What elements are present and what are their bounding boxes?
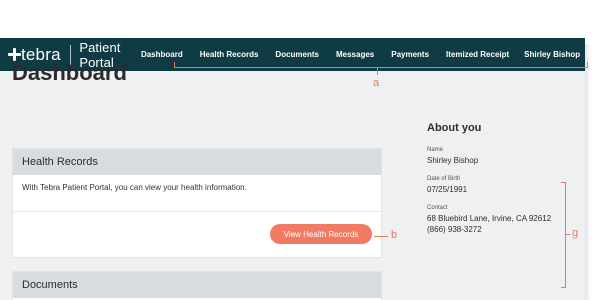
annotation-a-stem [377,68,378,75]
window-shadow [585,44,591,300]
user-name: Shirley Bishop [524,50,581,59]
address-value: 68 Bluebird Lane, Irvine, CA 92612 [427,214,552,223]
documents-card-header: Documents [13,272,381,298]
annotation-b-label: b [391,229,398,241]
documents-card: Documents [12,271,382,300]
annotation-a-bracket-right [587,62,588,68]
nav-item-health-records[interactable]: Health Records [200,50,259,59]
about-you-panel: About you Name Shirley Bishop Date of Bi… [427,122,577,245]
annotation-g-bracket [565,182,566,288]
annotation-b-line [374,236,388,237]
annotation-g-label: g [572,227,579,239]
health-records-description: With Tebra Patient Portal, you can view … [13,175,381,212]
nav-item-payments[interactable]: Payments [391,50,429,59]
annotation-a-bracket [174,67,588,68]
name-value: Shirley Bishop [427,156,479,165]
contact-label: Contact [427,205,448,211]
name-label: Name [427,147,444,153]
about-you-title: About you [427,122,482,134]
nav-item-dashboard[interactable]: Dashboard [141,50,183,59]
phone-value: (866) 938-3272 [427,225,482,234]
user-menu[interactable]: Shirley Bishop [524,50,585,59]
nav-item-documents[interactable]: Documents [275,50,319,59]
annotation-a-bracket-left [174,62,175,68]
annotation-a-label: a [373,77,380,89]
health-records-card-footer: View Health Records [13,212,381,257]
annotation-g-bracket-bottom [561,287,566,288]
health-records-card: Health Records With Tebra Patient Portal… [12,148,382,258]
nav-item-messages[interactable]: Messages [336,50,374,59]
dob-label: Date of Birth [427,176,461,182]
view-health-records-button[interactable]: View Health Records [270,224,372,244]
dob-value: 07/25/1991 [427,185,468,194]
page-title: Dashboard [12,60,127,85]
health-records-card-header: Health Records [13,149,381,175]
annotation-g-stem [566,234,570,235]
nav-item-itemized-receipt[interactable]: Itemized Receipt [446,50,509,59]
